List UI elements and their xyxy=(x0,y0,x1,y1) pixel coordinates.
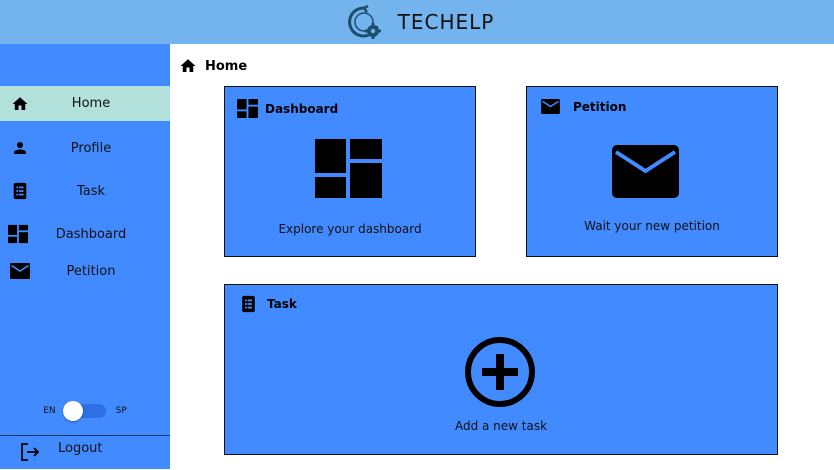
gear-cycle-logo-icon xyxy=(347,4,381,39)
card-description: Explore your dashboard xyxy=(278,222,422,236)
dashboard-icon xyxy=(237,99,258,118)
task-list-icon xyxy=(242,295,255,313)
mail-icon xyxy=(541,99,560,114)
sidebar-item-home[interactable]: Home xyxy=(0,86,170,121)
language-option-en: EN xyxy=(43,406,56,416)
card-header: Dashboard xyxy=(237,99,338,118)
task-card[interactable]: Task Add a new task xyxy=(224,284,778,455)
petition-card[interactable]: Petition Wait your new petition xyxy=(526,86,778,257)
sidebar: Home Profile Task Dashboard Petition EN … xyxy=(0,44,170,469)
app-title: TECHELP xyxy=(397,10,495,34)
card-description: Wait your new petition xyxy=(584,219,720,233)
task-list-icon xyxy=(10,181,30,201)
mail-large-icon xyxy=(612,145,679,198)
card-header: Petition xyxy=(541,99,626,114)
breadcrumb-label: Home xyxy=(205,58,248,74)
sidebar-item-dashboard[interactable]: Dashboard xyxy=(0,220,170,248)
mail-icon xyxy=(10,261,30,281)
card-title: Task xyxy=(267,297,297,311)
add-circle-icon[interactable] xyxy=(464,336,536,408)
dashboard-large-icon xyxy=(315,139,382,198)
logout-icon xyxy=(20,442,40,462)
switch-knob xyxy=(62,401,83,421)
logout-button[interactable]: Logout xyxy=(0,435,170,470)
card-header: Task xyxy=(241,295,297,313)
home-icon xyxy=(180,59,196,72)
language-switch[interactable] xyxy=(62,401,106,421)
breadcrumb: Home xyxy=(179,57,247,75)
language-option-sp: SP xyxy=(115,406,127,416)
sidebar-item-task[interactable]: Task xyxy=(0,177,170,205)
home-icon xyxy=(10,94,30,114)
sidebar-item-profile[interactable]: Profile xyxy=(0,134,170,162)
card-title: Petition xyxy=(573,99,627,114)
dashboard-icon xyxy=(8,224,28,244)
person-icon xyxy=(10,138,30,158)
top-bar: TECHELP xyxy=(0,0,834,44)
logout-label: Logout xyxy=(58,441,103,456)
dashboard-card[interactable]: Dashboard Explore your dashboard xyxy=(224,86,476,257)
card-title: Dashboard xyxy=(265,101,339,116)
card-description: Add a new task xyxy=(454,419,548,433)
language-toggle: EN SP xyxy=(0,400,170,422)
sidebar-item-petition[interactable]: Petition xyxy=(0,257,170,285)
